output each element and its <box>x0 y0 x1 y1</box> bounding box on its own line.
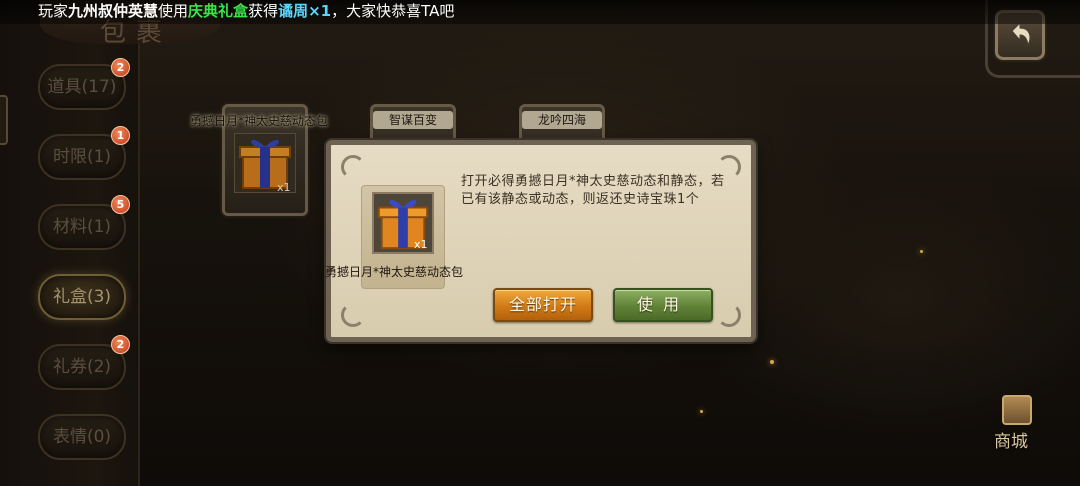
ticker-item-name: 庆典礼盒 <box>188 2 249 20</box>
notification-badge: 2 <box>111 58 130 77</box>
ticker-reward: 谲周×1 <box>278 2 332 20</box>
ticker-suffix: ，大家快恭喜TA吧 <box>331 2 455 20</box>
item-quantity: x1 <box>414 238 428 251</box>
use-button[interactable]: 使用 <box>613 288 713 322</box>
ticker-prefix: 玩家 <box>38 2 69 20</box>
item-use-dialog: x1 勇撼日月*神太史慈动态包 打开必得勇撼日月*神太史慈动态和静态，若已有该静… <box>325 140 756 342</box>
ornament-corner <box>341 303 365 327</box>
ticker-player-name: 九州叔仲英慧 <box>68 2 159 20</box>
shop-button[interactable]: 商城 <box>992 393 1044 453</box>
ticker-use-text: 使用 <box>158 2 189 20</box>
item-description: 打开必得勇撼日月*神太史慈动态和静态，若已有该静态或动态，则返还史诗宝珠1个 <box>461 174 725 207</box>
notification-badge: 2 <box>111 335 130 354</box>
ticker-got-text: 获得 <box>248 2 279 20</box>
broadcast-ticker: 玩家九州叔仲英慧使用庆典礼盒获得谲周×1，大家快恭喜TA吧 <box>0 0 1080 24</box>
ornament-corner <box>341 155 365 179</box>
notification-badge: 5 <box>111 195 130 214</box>
shop-label: 商城 <box>994 432 1028 452</box>
open-all-button[interactable]: 全部打开 <box>493 288 593 322</box>
ornament-corner <box>717 303 741 327</box>
notification-badge: 1 <box>111 126 130 145</box>
treasure-chest-icon <box>1002 395 1032 425</box>
dialog-item-name: 勇撼日月*神太史慈动态包 <box>325 265 464 279</box>
